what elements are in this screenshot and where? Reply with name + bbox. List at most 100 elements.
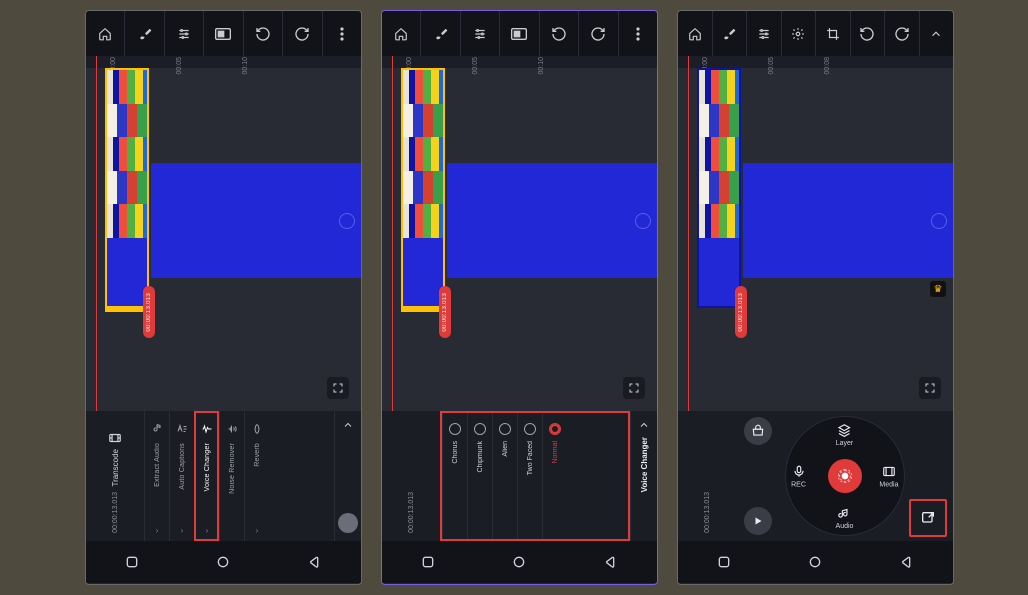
toolbar-aspect[interactable] bbox=[500, 11, 539, 56]
voice-option-chorus[interactable]: Chorus bbox=[442, 413, 467, 539]
voice-option-chipmunk[interactable]: Chipmunk bbox=[467, 413, 492, 539]
playhead[interactable] bbox=[392, 56, 393, 411]
side-info: 00:00:13.013 bbox=[678, 411, 736, 541]
nav-home[interactable] bbox=[508, 551, 530, 573]
bottom-panel-voice-changer: 00:00:13.013 Chorus Chipmunk Alien Two F… bbox=[382, 411, 657, 541]
playhead[interactable] bbox=[688, 56, 689, 411]
toolbar-brush[interactable] bbox=[713, 11, 748, 56]
video-clip[interactable] bbox=[105, 68, 149, 308]
fullscreen-button[interactable] bbox=[623, 377, 645, 399]
ruler-tick: 00:10 bbox=[242, 57, 249, 75]
preview-strip bbox=[743, 163, 953, 278]
chevron-up-icon[interactable] bbox=[638, 419, 650, 431]
wheel-rec[interactable]: REC bbox=[791, 464, 807, 489]
radio-icon bbox=[474, 423, 486, 435]
watermark-icon bbox=[931, 213, 947, 229]
timeline-ruler: 00:00 00:05 00:08 bbox=[678, 56, 953, 68]
wheel-panel: Layer Media Audio REC bbox=[736, 411, 953, 541]
voice-changer-options: Chorus Chipmunk Alien Two Faced Normal bbox=[440, 411, 630, 541]
nav-recents[interactable] bbox=[121, 551, 143, 573]
media-wheel: Layer Media Audio REC bbox=[785, 416, 905, 536]
toolbar-redo[interactable] bbox=[283, 11, 322, 56]
ruler-tick: 00:10 bbox=[538, 57, 545, 75]
tool-voice-changer[interactable]: Voice Changer› bbox=[194, 411, 219, 541]
toolbar bbox=[678, 11, 953, 56]
video-clip[interactable] bbox=[401, 68, 445, 308]
toolbar-crop[interactable] bbox=[816, 11, 851, 56]
transcode-button[interactable]: Transcode bbox=[108, 431, 122, 487]
wheel-media[interactable]: Media bbox=[879, 464, 898, 489]
nav-home[interactable] bbox=[212, 551, 234, 573]
nav-back[interactable] bbox=[600, 551, 622, 573]
playhead-time-pill: 00:00:13.013 bbox=[735, 286, 747, 338]
toolbar-home[interactable] bbox=[678, 11, 713, 56]
video-clip[interactable] bbox=[697, 68, 741, 308]
tool-auto-captions[interactable]: Auto Captions› bbox=[169, 411, 194, 541]
premium-badge-icon: ♛ bbox=[930, 281, 946, 297]
nav-recents[interactable] bbox=[713, 551, 735, 573]
timeline[interactable]: 00:00 00:05 00:10 00:00:13.013 bbox=[382, 56, 657, 411]
export-button[interactable] bbox=[909, 499, 947, 537]
wheel-audio[interactable]: Audio bbox=[836, 505, 854, 530]
toolbar-sliders[interactable] bbox=[461, 11, 500, 56]
store-button[interactable] bbox=[744, 417, 772, 445]
voice-option-normal[interactable]: Normal bbox=[542, 413, 567, 539]
fullscreen-button[interactable] bbox=[919, 377, 941, 399]
toolbar-undo[interactable] bbox=[540, 11, 579, 56]
toolbar-redo[interactable] bbox=[885, 11, 920, 56]
toolbar-brush[interactable] bbox=[125, 11, 164, 56]
nav-home[interactable] bbox=[804, 551, 826, 573]
toolbar bbox=[382, 11, 657, 56]
toolbar-undo[interactable] bbox=[244, 11, 283, 56]
transcode-label: Transcode bbox=[111, 449, 120, 487]
toolbar-settings[interactable] bbox=[782, 11, 817, 56]
toolbar-collapse[interactable] bbox=[920, 11, 954, 56]
android-navbar bbox=[382, 541, 657, 583]
toolbar-sliders[interactable] bbox=[747, 11, 782, 56]
panel-side-controls bbox=[334, 411, 361, 541]
radio-icon bbox=[524, 423, 536, 435]
playhead-time-text: 00:00:13.013 bbox=[442, 293, 448, 332]
nav-recents[interactable] bbox=[417, 551, 439, 573]
watermark-icon bbox=[339, 213, 355, 229]
timeline-ruler: 00:00 00:05 00:10 bbox=[382, 56, 657, 68]
playhead-time-pill: 00:00:13.013 bbox=[439, 286, 451, 338]
play-button[interactable] bbox=[744, 507, 772, 535]
fullscreen-button[interactable] bbox=[327, 377, 349, 399]
ruler-tick: 00:05 bbox=[472, 57, 479, 75]
watermark-icon bbox=[635, 213, 651, 229]
wheel-layer[interactable]: Layer bbox=[836, 422, 854, 447]
ruler-tick: 00:08 bbox=[824, 57, 831, 75]
playhead[interactable] bbox=[96, 56, 97, 411]
timeline[interactable]: 00:00 00:05 00:08 00:00:13.013 ♛ bbox=[678, 56, 953, 411]
toolbar-more[interactable] bbox=[323, 11, 361, 56]
ruler-tick: 00:05 bbox=[176, 57, 183, 75]
chevron-up-icon[interactable] bbox=[342, 419, 354, 431]
tool-strip: Extract Audio› Auto Captions› Voice Chan… bbox=[144, 411, 334, 541]
timeline[interactable]: 00:00 00:05 00:10 00:00:13.013 bbox=[86, 56, 361, 411]
scroll-knob[interactable] bbox=[338, 513, 358, 533]
toolbar-sliders[interactable] bbox=[165, 11, 204, 56]
voice-option-two-faced[interactable]: Two Faced bbox=[517, 413, 542, 539]
toolbar-undo[interactable] bbox=[851, 11, 886, 56]
ruler-tick: 00:05 bbox=[768, 57, 775, 75]
side-info: Transcode 00:00:13.013 bbox=[86, 411, 144, 541]
nav-back[interactable] bbox=[896, 551, 918, 573]
toolbar-more[interactable] bbox=[619, 11, 657, 56]
toolbar-home[interactable] bbox=[382, 11, 421, 56]
toolbar-aspect[interactable] bbox=[204, 11, 243, 56]
toolbar-redo[interactable] bbox=[579, 11, 618, 56]
apply-button[interactable] bbox=[828, 459, 862, 493]
timecode-text: 00:00:13.013 bbox=[408, 492, 415, 533]
phone-screen-2: 00:00 00:05 00:10 00:00:13.013 00:00:13.… bbox=[381, 10, 658, 585]
tool-reverb[interactable]: Reverb› bbox=[244, 411, 269, 541]
playhead-time-text: 00:00:13.013 bbox=[146, 293, 152, 332]
toolbar-brush[interactable] bbox=[421, 11, 460, 56]
tool-extract-audio[interactable]: Extract Audio› bbox=[144, 411, 169, 541]
toolbar-home[interactable] bbox=[86, 11, 125, 56]
nav-back[interactable] bbox=[304, 551, 326, 573]
phone-screen-1: 00:00 00:05 00:10 00:00:13.013 Transcode… bbox=[85, 10, 362, 585]
mic-icon bbox=[791, 464, 807, 480]
voice-option-alien[interactable]: Alien bbox=[492, 413, 517, 539]
tool-noise-remover[interactable]: Noise Remover bbox=[219, 411, 244, 541]
